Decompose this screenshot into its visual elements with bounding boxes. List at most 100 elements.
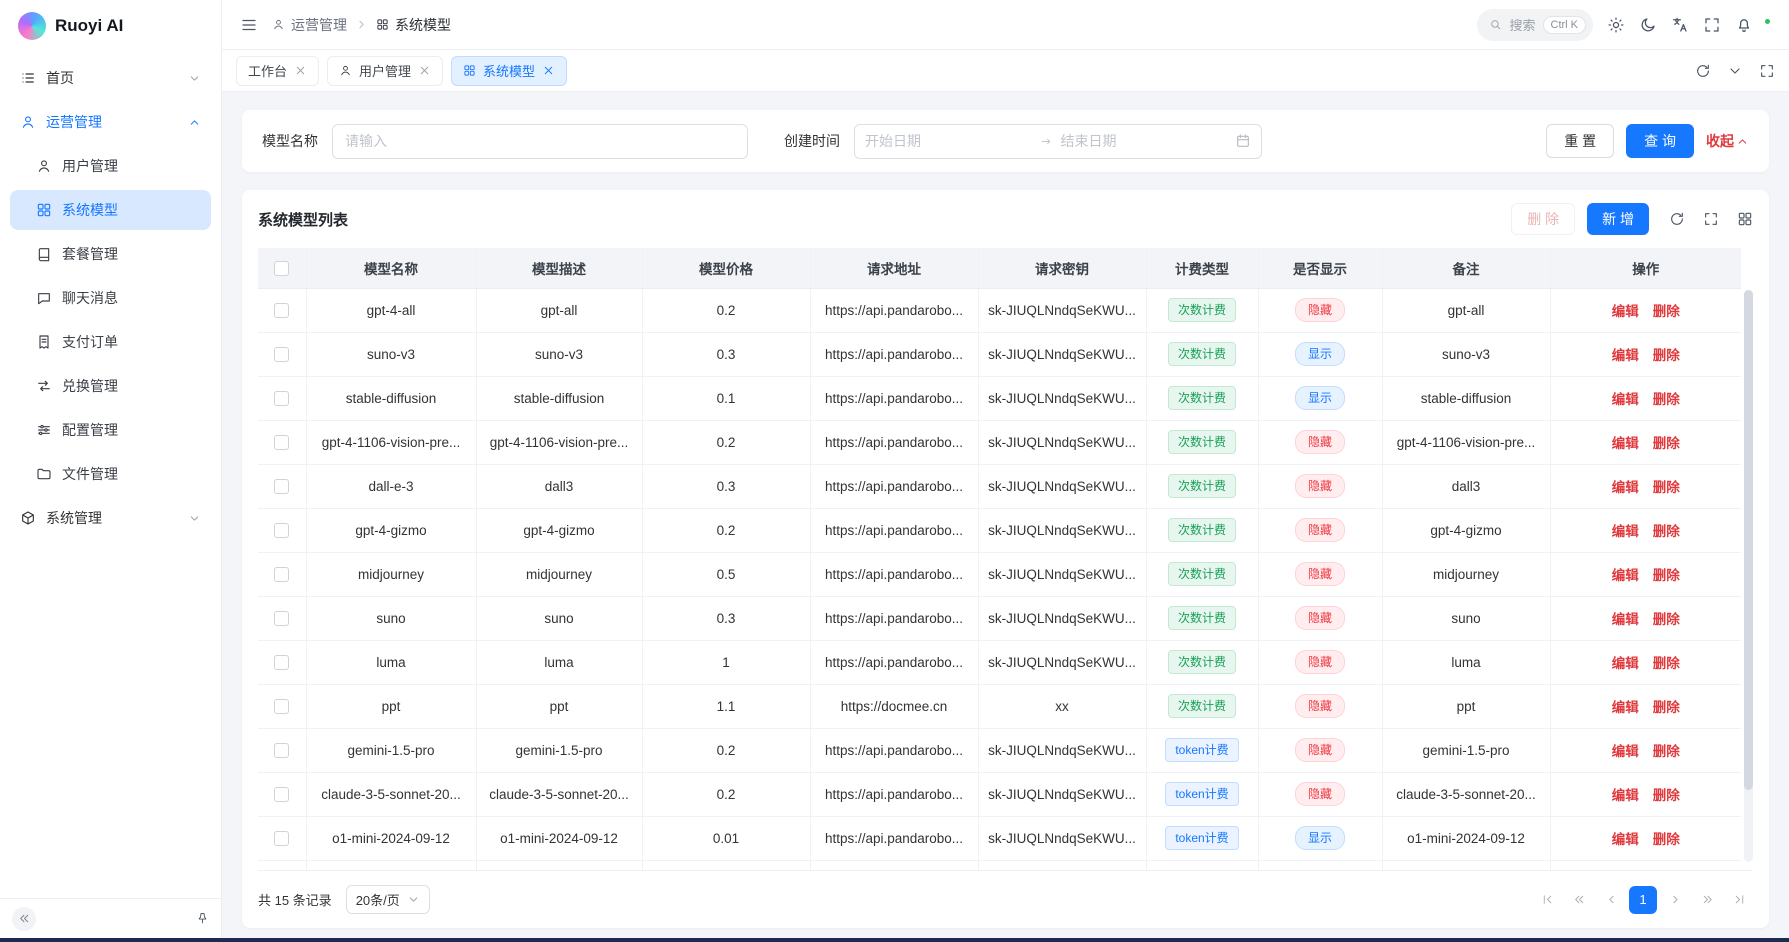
edit-link[interactable]: 编辑 (1612, 480, 1639, 495)
pin-sidebar-button[interactable] (196, 912, 209, 925)
sidebar-item-files[interactable]: 文件管理 (10, 454, 211, 494)
tab-workbench[interactable]: 工作台 (236, 56, 319, 86)
edit-link[interactable]: 编辑 (1612, 832, 1639, 847)
prev-page-button[interactable] (1597, 886, 1625, 914)
language-button[interactable] (1671, 16, 1689, 34)
row-checkbox[interactable] (274, 567, 289, 582)
page-size-select[interactable]: 20条/页 (346, 885, 430, 914)
tab-close-button[interactable] (294, 64, 307, 77)
table-scrollbar-thumb[interactable] (1744, 290, 1753, 790)
settings-button[interactable] (1607, 16, 1625, 34)
query-button[interactable]: 查 询 (1626, 124, 1694, 158)
row-checkbox[interactable] (274, 479, 289, 494)
sidebar-item-chat-messages[interactable]: 聊天消息 (10, 278, 211, 318)
sidebar-item-system-models[interactable]: 系统模型 (10, 190, 211, 230)
first-page-button[interactable] (1533, 886, 1561, 914)
row-checkbox[interactable] (274, 655, 289, 670)
edit-link[interactable]: 编辑 (1612, 524, 1639, 539)
tab-user-management[interactable]: 用户管理 (327, 56, 443, 86)
row-checkbox[interactable] (274, 699, 289, 714)
row-checkbox[interactable] (274, 831, 289, 846)
global-search[interactable]: 搜索 Ctrl K (1477, 9, 1593, 41)
jump-back-button[interactable] (1565, 886, 1593, 914)
sidebar-item-operations[interactable]: 运营管理 (10, 102, 211, 142)
row-checkbox[interactable] (274, 523, 289, 538)
cell-request-key: sk-JIUQLNndqSeKWU... (978, 288, 1146, 332)
delete-link[interactable]: 删除 (1653, 348, 1680, 363)
sidebar-item-user-management[interactable]: 用户管理 (10, 146, 211, 186)
bulk-delete-button[interactable]: 删 除 (1511, 203, 1575, 235)
row-checkbox[interactable] (274, 743, 289, 758)
model-name-input[interactable] (332, 124, 748, 159)
edit-link[interactable]: 编辑 (1612, 612, 1639, 627)
edit-link[interactable]: 编辑 (1612, 744, 1639, 759)
row-checkbox[interactable] (274, 611, 289, 626)
last-page-button[interactable] (1725, 886, 1753, 914)
collapse-filter-link[interactable]: 收起 (1706, 131, 1749, 151)
tab-close-button[interactable] (418, 64, 431, 77)
reset-button[interactable]: 重 置 (1546, 124, 1614, 158)
current-page-button[interactable]: 1 (1629, 886, 1657, 914)
tab-system-models[interactable]: 系统模型 (451, 56, 567, 86)
row-checkbox[interactable] (274, 347, 289, 362)
edit-link[interactable]: 编辑 (1612, 656, 1639, 671)
sidebar-item-config[interactable]: 配置管理 (10, 410, 211, 450)
brand[interactable]: Ruoyi AI (0, 0, 221, 52)
edit-link[interactable]: 编辑 (1612, 304, 1639, 319)
edit-link[interactable]: 编辑 (1612, 392, 1639, 407)
column-settings-button[interactable] (1737, 211, 1753, 227)
row-checkbox[interactable] (274, 787, 289, 802)
table-refresh-button[interactable] (1669, 211, 1685, 227)
delete-link[interactable]: 删除 (1653, 788, 1680, 803)
edit-link[interactable]: 编辑 (1612, 436, 1639, 451)
fullscreen-button[interactable] (1703, 16, 1721, 34)
delete-link[interactable]: 删除 (1653, 436, 1680, 451)
delete-link[interactable]: 删除 (1653, 656, 1680, 671)
delete-link[interactable]: 删除 (1653, 744, 1680, 759)
date-range-picker[interactable] (854, 124, 1262, 159)
breadcrumb-item-operations[interactable]: 运营管理 (272, 15, 347, 35)
cell-request-key (978, 860, 1146, 870)
delete-link[interactable]: 删除 (1653, 480, 1680, 495)
delete-link[interactable]: 删除 (1653, 568, 1680, 583)
next-page-button[interactable] (1661, 886, 1689, 914)
delete-link[interactable]: 删除 (1653, 700, 1680, 715)
edit-link[interactable]: 编辑 (1612, 788, 1639, 803)
tab-menu-button[interactable] (1727, 63, 1743, 79)
select-all-checkbox[interactable] (274, 261, 289, 276)
edit-link[interactable]: 编辑 (1612, 700, 1639, 715)
sidebar-item-payment-orders[interactable]: 支付订单 (10, 322, 211, 362)
delete-link[interactable]: 删除 (1653, 612, 1680, 627)
sidebar-item-home[interactable]: 首页 (10, 58, 211, 98)
content-fullscreen-button[interactable] (1759, 63, 1775, 79)
table-scrollbar-track[interactable] (1744, 290, 1753, 862)
tab-close-button[interactable] (542, 64, 555, 77)
cell-note: midjourney (1382, 552, 1550, 596)
sidebar-item-system-management[interactable]: 系统管理 (10, 498, 211, 538)
delete-link[interactable]: 删除 (1653, 392, 1680, 407)
row-checkbox[interactable] (274, 303, 289, 318)
refresh-tab-button[interactable] (1695, 63, 1711, 79)
jump-forward-button[interactable] (1693, 886, 1721, 914)
notifications-button[interactable] (1735, 16, 1753, 34)
add-button[interactable]: 新 增 (1587, 203, 1649, 235)
delete-link[interactable]: 删除 (1653, 832, 1680, 847)
start-date-input[interactable] (865, 133, 1032, 149)
edit-link[interactable]: 编辑 (1612, 348, 1639, 363)
delete-link[interactable]: 删除 (1653, 524, 1680, 539)
hamburger-menu-button[interactable] (240, 16, 258, 34)
breadcrumb-item-system-models[interactable]: 系统模型 (376, 15, 451, 35)
row-checkbox[interactable] (274, 391, 289, 406)
sidebar-collapse-button[interactable] (12, 907, 36, 931)
table-toolbar: 系统模型列表 删 除 新 增 (258, 190, 1753, 248)
sidebar-item-redeem[interactable]: 兑换管理 (10, 366, 211, 406)
cell-model-desc: gemini-1.5-pro (476, 728, 642, 772)
end-date-input[interactable] (1061, 133, 1228, 149)
edit-link[interactable]: 编辑 (1612, 568, 1639, 583)
column-header: 请求密钥 (978, 248, 1146, 288)
sidebar-item-plans[interactable]: 套餐管理 (10, 234, 211, 274)
table-fullscreen-button[interactable] (1703, 211, 1719, 227)
delete-link[interactable]: 删除 (1653, 304, 1680, 319)
row-checkbox[interactable] (274, 435, 289, 450)
dark-mode-button[interactable] (1639, 16, 1657, 34)
